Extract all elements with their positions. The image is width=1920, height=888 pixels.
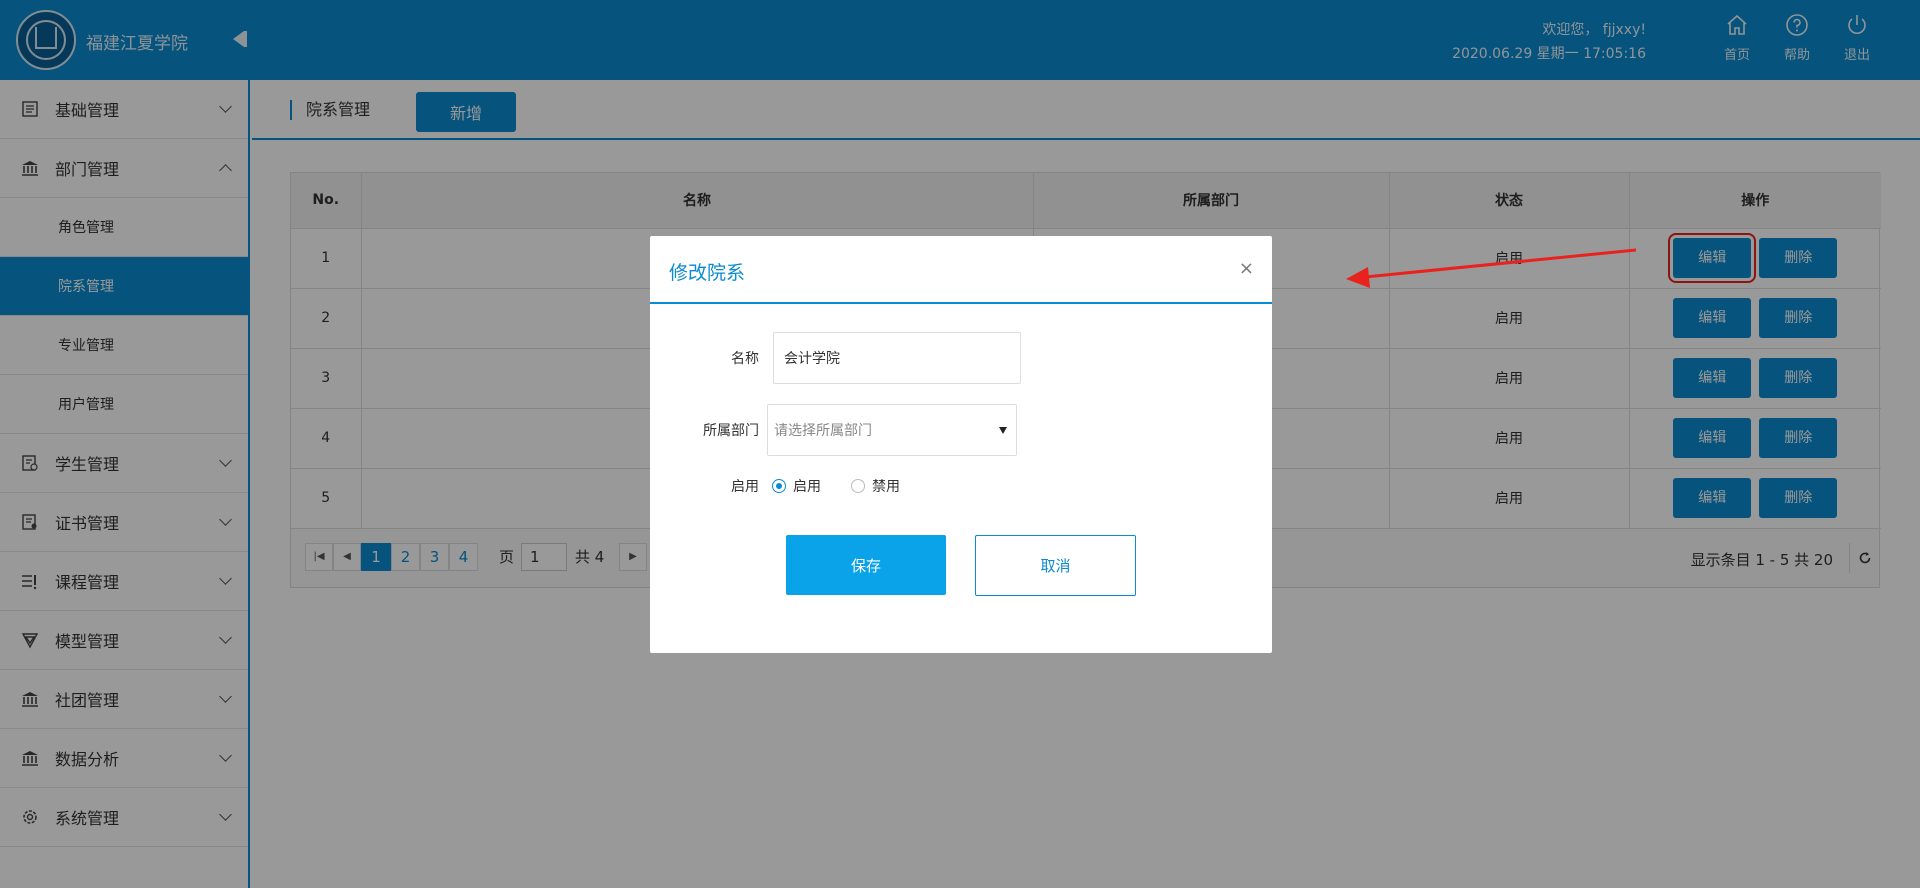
radio-disable-label: 禁用 xyxy=(872,479,900,495)
dept-placeholder: 请选择所属部门 xyxy=(774,423,872,439)
dialog-title: 修改院系 xyxy=(669,262,746,284)
radio-enable[interactable]: 启用 xyxy=(772,476,821,496)
radio-disable[interactable]: 禁用 xyxy=(851,476,900,496)
edit-faculty-dialog: 修改院系 × 名称 会计学院 所属部门 请选择所属部门 启用 启用 禁用 保存 … xyxy=(650,236,1272,653)
radio-enable-dot xyxy=(772,479,786,493)
radio-disable-dot xyxy=(851,479,865,493)
caret-down-icon xyxy=(999,427,1007,434)
save-button[interactable]: 保存 xyxy=(786,535,946,595)
dialog-header: 修改院系 × xyxy=(650,236,1272,304)
name-input[interactable]: 会计学院 xyxy=(773,332,1021,384)
status-label: 启用 xyxy=(731,479,759,495)
name-label: 名称 xyxy=(731,351,759,367)
radio-enable-label: 启用 xyxy=(793,479,821,495)
cancel-button[interactable]: 取消 xyxy=(975,535,1136,596)
dept-select[interactable]: 请选择所属部门 xyxy=(767,404,1017,456)
close-icon[interactable]: × xyxy=(1239,258,1254,279)
dept-label: 所属部门 xyxy=(703,423,759,439)
